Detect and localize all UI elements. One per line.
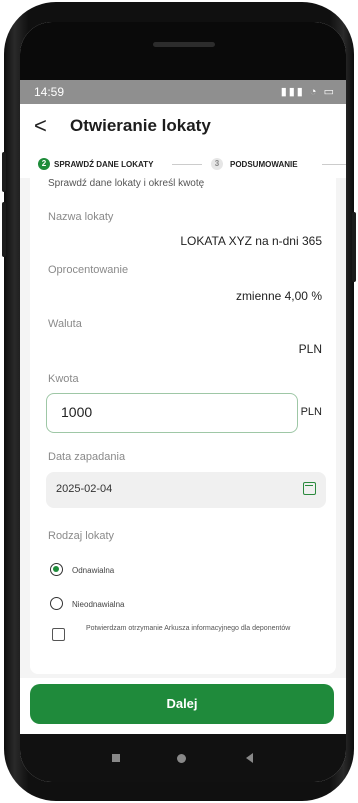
calendar-icon[interactable]	[303, 482, 316, 495]
amount-input[interactable]: 1000	[46, 393, 298, 433]
scroll-content[interactable]: Sprawdź dane lokaty i określ kwotę Nazwa…	[20, 178, 346, 678]
radio-renewable[interactable]	[50, 563, 63, 576]
consent-text: Potwierdzam otrzymanie Arkusza informacy…	[86, 625, 291, 632]
signal-wifi-battery-icon: ▮▮▮ ◔ ▭	[280, 86, 336, 98]
rate-label: Oprocentowanie	[48, 264, 129, 276]
date-field[interactable]: 2025-02-04	[46, 472, 326, 508]
volume-button	[2, 152, 6, 192]
rate-value: zmienne 4,00 %	[235, 289, 322, 303]
status-bar: 14:59 ▮▮▮ ◔ ▭	[20, 80, 346, 104]
amount-label: Kwota	[48, 373, 79, 385]
app-header: < Otwieranie lokaty	[20, 104, 346, 148]
volume-button	[2, 202, 6, 257]
step-number-next: 3	[211, 158, 223, 170]
step-number-active: 2	[38, 158, 50, 170]
phone-screen: 14:59 ▮▮▮ ◔ ▭ < Otwieranie lokaty 2 SPRA…	[20, 22, 346, 782]
radio-non-renewable-label[interactable]: Nieodnawialna	[72, 600, 124, 609]
step-divider	[322, 164, 346, 165]
radio-renewable-label[interactable]: Odnawialna	[72, 566, 114, 575]
back-nav-icon[interactable]	[246, 753, 253, 763]
step-divider	[172, 164, 202, 165]
step-label-next: PODSUMOWANIE	[230, 160, 298, 169]
top-bezel	[20, 22, 346, 82]
name-value: LOKATA XYZ na n-dni 365	[180, 234, 322, 248]
amount-currency: PLN	[300, 406, 322, 418]
step-indicator: 2 SPRAWDŹ DANE LOKATY 3 PODSUMOWANIE	[20, 150, 346, 178]
currency-label: Waluta	[48, 318, 82, 330]
date-label: Data zapadania	[48, 451, 126, 463]
amount-value: 1000	[61, 404, 93, 420]
radio-non-renewable[interactable]	[50, 597, 63, 610]
name-label: Nazwa lokaty	[48, 211, 114, 223]
recents-icon[interactable]	[112, 754, 120, 762]
date-value: 2025-02-04	[56, 483, 113, 495]
power-button	[352, 212, 356, 282]
back-icon[interactable]: <	[34, 113, 47, 139]
home-icon[interactable]	[177, 754, 186, 763]
speaker-grille	[153, 42, 215, 47]
currency-value: PLN	[298, 342, 322, 356]
phone-frame: 14:59 ▮▮▮ ◔ ▭ < Otwieranie lokaty 2 SPRA…	[2, 2, 356, 801]
page-title: Otwieranie lokaty	[70, 116, 211, 135]
intro-text: Sprawdź dane lokaty i określ kwotę	[48, 178, 205, 189]
next-button[interactable]: Dalej	[30, 684, 334, 724]
consent-checkbox[interactable]	[52, 628, 65, 641]
form-card: Sprawdź dane lokaty i określ kwotę Nazwa…	[30, 178, 336, 674]
clock: 14:59	[34, 85, 65, 99]
step-label-active: SPRAWDŹ DANE LOKATY	[54, 160, 154, 169]
type-label: Rodzaj lokaty	[48, 530, 115, 542]
android-nav-bar	[20, 734, 346, 782]
